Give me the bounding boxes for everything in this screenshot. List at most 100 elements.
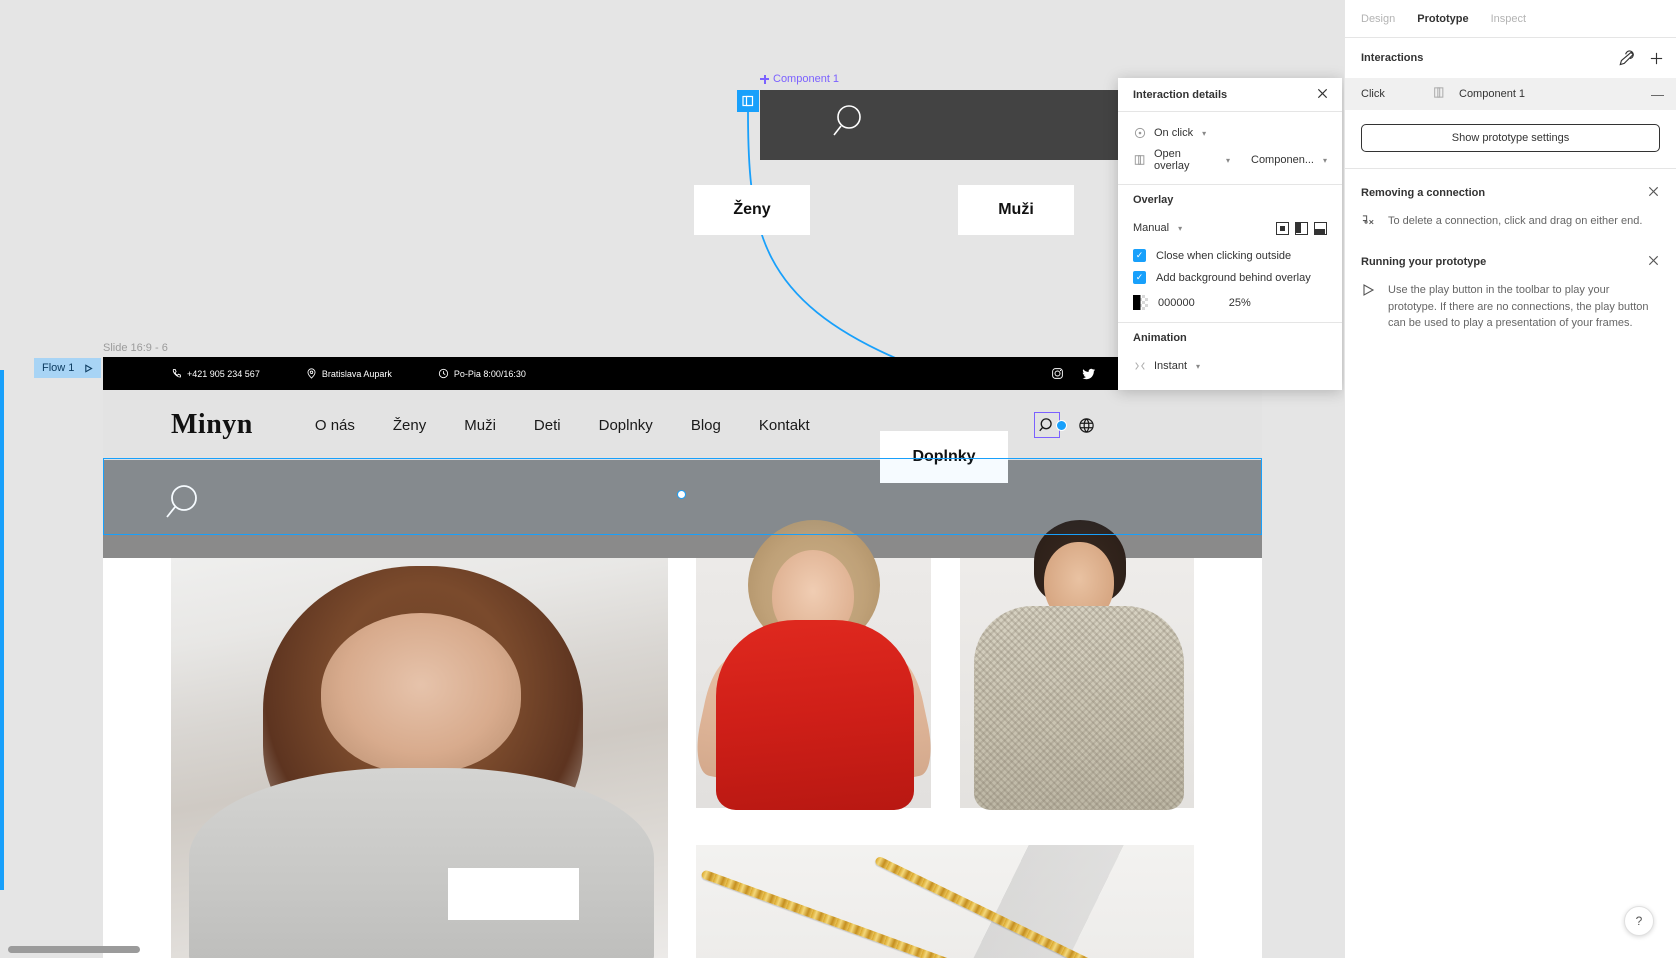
tip-running-your-prototype: Running your prototype Use the play butt… bbox=[1345, 238, 1676, 338]
zeny-card-tag[interactable]: Ženy bbox=[694, 185, 810, 235]
search-magnifier-icon-large bbox=[833, 105, 861, 136]
interactions-title: Interactions bbox=[1361, 52, 1424, 64]
overlay-position-icons bbox=[1276, 221, 1327, 235]
disconnect-icon bbox=[1361, 213, 1377, 232]
topbar-location-text: Bratislava Aupark bbox=[321, 368, 392, 379]
twitter-icon[interactable] bbox=[1082, 367, 1096, 381]
overlay-position-left-icon[interactable] bbox=[1295, 221, 1308, 235]
checkbox-checked-icon[interactable]: ✓ bbox=[1133, 249, 1146, 262]
prototype-settings-wrapper: Show prototype settings bbox=[1345, 110, 1676, 169]
topbar-hours[interactable]: Po-Pia 8:00/16:30 bbox=[438, 368, 526, 379]
site-nav-links: O nás Ženy Muži Deti Doplnky Blog Kontak… bbox=[315, 417, 810, 434]
animation-row[interactable]: Instant ▾ bbox=[1133, 354, 1327, 378]
canvas-horizontal-scrollbar[interactable] bbox=[8, 946, 140, 953]
website-frame[interactable]: +421 905 234 567 Bratislava Aupark Po-Pi… bbox=[103, 357, 1262, 958]
animation-section-title: Animation bbox=[1133, 332, 1187, 344]
connector-midpoint-handle[interactable] bbox=[677, 490, 686, 499]
chevron-down-icon[interactable]: ▾ bbox=[1323, 156, 1327, 165]
muzi-jacket-shape bbox=[974, 606, 1184, 810]
map-pin-icon bbox=[307, 368, 316, 379]
interaction-details-popover[interactable]: Interaction details On click ▾ Open over… bbox=[1118, 78, 1342, 390]
search-icon-wrapper[interactable] bbox=[1034, 411, 1067, 438]
tab-prototype[interactable]: Prototype bbox=[1417, 13, 1468, 25]
nav-item-zeny[interactable]: Ženy bbox=[393, 417, 426, 434]
zeny-category-image[interactable] bbox=[690, 520, 938, 810]
muzi-category-image[interactable] bbox=[960, 520, 1194, 810]
tab-design[interactable]: Design bbox=[1361, 13, 1395, 25]
background-opacity-value[interactable]: 25% bbox=[1229, 297, 1251, 309]
add-background-behind-overlay-label: Add background behind overlay bbox=[1156, 271, 1311, 284]
component-1-overlay-frame[interactable] bbox=[760, 90, 1120, 160]
tab-inspect[interactable]: Inspect bbox=[1491, 13, 1526, 25]
language-globe-icon[interactable] bbox=[1078, 417, 1095, 434]
nav-item-blog[interactable]: Blog bbox=[691, 417, 721, 434]
overlay-badge-icon[interactable] bbox=[737, 90, 759, 112]
tip-body: Use the play button in the toolbar to pl… bbox=[1361, 282, 1660, 332]
chain-shape bbox=[700, 869, 1193, 958]
site-logo[interactable]: Minyn bbox=[171, 409, 253, 441]
hero-search-magnifier-icon bbox=[166, 485, 197, 518]
background-hex-value[interactable]: 000000 bbox=[1158, 297, 1195, 309]
hero-white-card[interactable] bbox=[448, 868, 579, 920]
overlay-position-bottom-icon[interactable] bbox=[1314, 221, 1327, 235]
overlay-position-row[interactable]: Manual ▾ bbox=[1133, 216, 1327, 240]
close-icon[interactable] bbox=[1647, 185, 1660, 201]
model-sweater-shape bbox=[189, 768, 654, 958]
nav-item-kontakt[interactable]: Kontakt bbox=[759, 417, 810, 434]
canvas-left-edge-indicator bbox=[0, 370, 4, 890]
tip-removing-a-connection: Removing a connection To delete a connec… bbox=[1345, 169, 1676, 238]
site-navbar: Minyn O nás Ženy Muži Deti Doplnky Blog … bbox=[103, 390, 1262, 460]
chevron-down-icon[interactable]: ▾ bbox=[1196, 362, 1200, 371]
instant-animation-icon bbox=[1133, 359, 1147, 373]
trigger-value: On click bbox=[1154, 127, 1194, 139]
prototype-flow-icon[interactable] bbox=[1618, 49, 1635, 67]
close-icon[interactable] bbox=[1316, 87, 1332, 103]
remove-interaction-icon[interactable]: — bbox=[1651, 87, 1664, 102]
nav-item-muzi[interactable]: Muži bbox=[464, 417, 496, 434]
nav-item-doplnky[interactable]: Doplnky bbox=[599, 417, 653, 434]
action-row[interactable]: Open overlay ▾ Componen... ▾ bbox=[1133, 148, 1327, 172]
navbar-actions bbox=[1034, 411, 1095, 438]
tip-text: Use the play button in the toolbar to pl… bbox=[1388, 284, 1649, 330]
connector-endpoint-dot[interactable] bbox=[1056, 419, 1067, 431]
chevron-down-icon[interactable]: ▾ bbox=[1202, 129, 1206, 138]
close-icon[interactable] bbox=[1647, 254, 1660, 270]
animation-value: Instant bbox=[1154, 360, 1188, 372]
open-overlay-icon bbox=[1133, 153, 1147, 167]
nav-item-o-nas[interactable]: O nás bbox=[315, 417, 355, 434]
hero-model-image[interactable] bbox=[171, 558, 668, 958]
doplnky-card-tag[interactable]: Doplnky bbox=[880, 431, 1008, 483]
muzi-card-tag[interactable]: Muži bbox=[958, 185, 1074, 235]
play-icon[interactable] bbox=[84, 363, 94, 373]
nav-item-deti[interactable]: Deti bbox=[534, 417, 561, 434]
overlay-background-color-row[interactable]: 000000 25% bbox=[1133, 295, 1327, 310]
chevron-down-icon[interactable]: ▾ bbox=[1226, 156, 1230, 165]
site-content bbox=[103, 520, 1262, 958]
topbar-location[interactable]: Bratislava Aupark bbox=[306, 368, 392, 379]
color-swatch[interactable] bbox=[1133, 295, 1148, 310]
tip-body: To delete a connection, click and drag o… bbox=[1361, 213, 1660, 232]
overlay-target-icon bbox=[1433, 86, 1447, 102]
overlay-position-value: Manual bbox=[1133, 222, 1170, 234]
close-when-clicking-outside-row[interactable]: ✓ Close when clicking outside bbox=[1133, 249, 1327, 262]
action-value: Open overlay bbox=[1154, 148, 1190, 172]
site-topbar: +421 905 234 567 Bratislava Aupark Po-Pi… bbox=[103, 357, 1262, 390]
add-interaction-icon[interactable] bbox=[1649, 51, 1664, 66]
doplnky-banner-image[interactable] bbox=[696, 845, 1194, 958]
interaction-trigger-section: On click ▾ Open overlay ▾ Componen... ▾ bbox=[1118, 112, 1342, 185]
play-icon bbox=[1361, 282, 1377, 332]
chevron-down-icon[interactable]: ▾ bbox=[1178, 224, 1182, 233]
add-background-behind-overlay-row[interactable]: ✓ Add background behind overlay bbox=[1133, 271, 1327, 284]
figma-prototype-editor: Component 1 Slide 16:9 - 6 +421 905 234 … bbox=[0, 0, 1676, 958]
show-prototype-settings-button[interactable]: Show prototype settings bbox=[1361, 124, 1660, 152]
checkbox-checked-icon[interactable]: ✓ bbox=[1133, 271, 1146, 284]
instagram-icon[interactable] bbox=[1051, 367, 1064, 380]
topbar-phone[interactable]: +421 905 234 567 bbox=[171, 368, 260, 379]
overlay-position-center-icon[interactable] bbox=[1276, 221, 1289, 235]
frame-name-label[interactable]: Slide 16:9 - 6 bbox=[103, 342, 168, 354]
overlay-section-title: Overlay bbox=[1133, 194, 1174, 206]
trigger-row[interactable]: On click ▾ bbox=[1133, 121, 1327, 145]
help-button[interactable]: ? bbox=[1624, 906, 1654, 936]
interaction-list-row[interactable]: Click Component 1 — bbox=[1345, 78, 1676, 110]
flow-badge[interactable]: Flow 1 bbox=[34, 358, 102, 378]
